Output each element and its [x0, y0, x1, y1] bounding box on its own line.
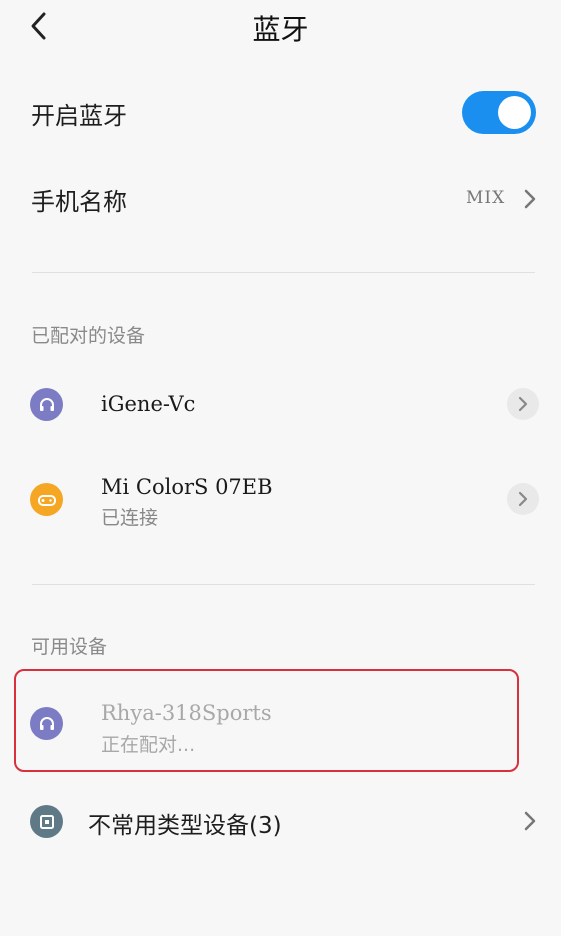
- chevron-right-icon: [518, 491, 528, 507]
- device-box-icon: [30, 805, 63, 838]
- available-section-title: 可用设备: [31, 636, 108, 658]
- chevron-right-icon: [524, 811, 536, 831]
- chevron-right-icon: [518, 396, 528, 412]
- device-name: iGene-Vc: [101, 392, 196, 416]
- device-status: 已连接: [101, 507, 159, 529]
- device-details-button[interactable]: [507, 483, 539, 515]
- list-item[interactable]: Mi ColorS 07EB 已连接: [0, 465, 561, 535]
- list-item[interactable]: iGene-Vc: [0, 370, 561, 440]
- list-item[interactable]: Rhya-318Sports 正在配对...: [16, 671, 517, 770]
- device-name: Rhya-318Sports: [101, 701, 272, 725]
- uncommon-devices-label: 不常用类型设备(3): [88, 813, 282, 839]
- paired-section-title: 已配对的设备: [31, 325, 146, 347]
- headset-icon: [30, 707, 63, 740]
- toggle-knob: [498, 96, 531, 129]
- uncommon-devices-row[interactable]: 不常用类型设备(3): [0, 790, 561, 852]
- bluetooth-toggle[interactable]: [462, 91, 536, 134]
- chevron-right-icon: [524, 189, 536, 209]
- device-details-button[interactable]: [507, 388, 539, 420]
- gamepad-icon: [30, 483, 63, 516]
- bluetooth-toggle-label: 开启蓝牙: [31, 102, 127, 130]
- phone-name-value: MIX: [466, 188, 506, 208]
- device-status: 正在配对...: [101, 734, 196, 756]
- divider: [32, 272, 535, 273]
- headset-icon: [30, 388, 63, 421]
- device-name: Mi ColorS 07EB: [101, 475, 273, 499]
- phone-name-label: 手机名称: [31, 188, 127, 216]
- page-title: 蓝牙: [252, 13, 309, 46]
- divider: [32, 584, 535, 585]
